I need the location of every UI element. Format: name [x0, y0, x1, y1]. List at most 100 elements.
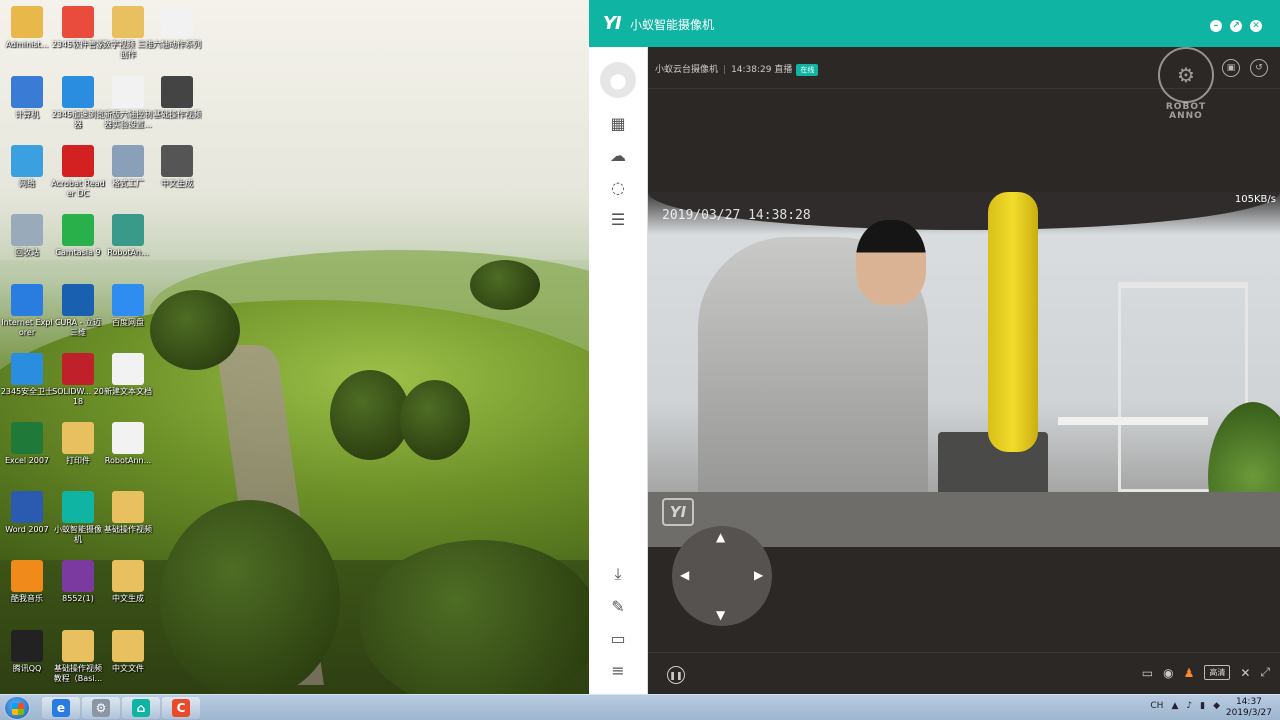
list-icon[interactable]: ≡: [608, 660, 628, 680]
desktop-icon[interactable]: RobotAnn...: [101, 422, 155, 466]
language-indicator[interactable]: CH: [1150, 701, 1163, 711]
message-icon[interactable]: ◌: [608, 177, 628, 197]
inbox-icon[interactable]: ▭: [608, 628, 628, 648]
computer-icon: [11, 76, 43, 108]
fullscreen-icon[interactable]: ⤢: [1260, 665, 1270, 680]
desktop-icon[interactable]: Word 2007: [0, 491, 54, 535]
taskbar-button[interactable]: ⚙: [82, 697, 120, 719]
desktop-icon[interactable]: 基础操作视频: [150, 76, 204, 120]
desktop-icon[interactable]: Acrobat Reader DC: [51, 145, 105, 199]
desktop-icon[interactable]: 酷我音乐: [0, 560, 54, 604]
tree: [160, 500, 340, 694]
pdf-icon: [62, 145, 94, 177]
quality-button[interactable]: 高清: [1204, 665, 1231, 680]
volume-icon[interactable]: ♪: [1186, 701, 1192, 711]
desktop-icon[interactable]: 2345软件管家: [51, 6, 105, 50]
qq-icon: [11, 630, 43, 662]
desktop-icon[interactable]: 网络: [0, 145, 54, 189]
back-icon[interactable]: ↺: [1250, 59, 1268, 77]
pan-up-icon[interactable]: ▲: [716, 530, 725, 544]
desktop-icon[interactable]: 计算机: [0, 76, 54, 120]
pan-down-icon[interactable]: ▼: [716, 608, 725, 622]
software-manager-icon: [62, 6, 94, 38]
tray-arrow-icon[interactable]: ▲: [1171, 701, 1178, 711]
tree: [470, 260, 540, 310]
desktop-icon[interactable]: 2345安全卫士: [0, 353, 54, 397]
desktop-icon-label: 回收站: [15, 248, 39, 257]
album-icon[interactable]: ▣: [1222, 59, 1240, 77]
taskbar-button[interactable]: C: [162, 697, 200, 719]
edit-icon[interactable]: ✎: [608, 596, 628, 616]
yi-camera-window: YI 小蚁智能摄像机 – ↗ ✕ ● ▦ ☁ ◌ ☰ ⤓ ✎ ▭ ≡ 小蚁云台摄…: [589, 0, 1280, 694]
settings-sliders-icon[interactable]: ☰: [608, 209, 628, 229]
desktop-icon[interactable]: RobotAn...: [101, 214, 155, 258]
notification-icon[interactable]: ◆: [1213, 701, 1220, 711]
user-avatar-icon[interactable]: ●: [600, 62, 636, 98]
taskbar-button[interactable]: ⌂: [122, 697, 160, 719]
desktop-icon[interactable]: 中文生成: [150, 145, 204, 189]
desktop-icon-label: 新建文本文档: [104, 387, 152, 396]
text-file-icon: [112, 422, 144, 454]
desktop-icon[interactable]: 中文生成: [101, 560, 155, 604]
mute-icon[interactable]: ✕: [1240, 666, 1250, 680]
desktop-icon[interactable]: 小蚁智能摄像机: [51, 491, 105, 545]
pan-right-icon[interactable]: ▶: [754, 568, 763, 582]
solidworks-icon: [62, 353, 94, 385]
desktop-icon[interactable]: 回收站: [0, 214, 54, 258]
desktop-icon[interactable]: Excel 2007: [0, 422, 54, 466]
desktop-icon[interactable]: SOLIDW... 2018: [51, 353, 105, 407]
desktop-icon[interactable]: 数字视频 三维创作: [101, 6, 155, 60]
desktop-icon-label: 基础操作视频: [153, 110, 201, 119]
video-file-icon: [161, 145, 193, 177]
ptz-control-pad[interactable]: ▲ ▼ ◀ ▶: [672, 526, 772, 626]
robot-anno-watermark: ⚙ ROBOT ANNO: [1156, 47, 1216, 121]
desktop-icon[interactable]: 8552(1): [51, 560, 105, 604]
system-clock[interactable]: 14:37 2019/3/27: [1226, 697, 1272, 719]
minimize-button[interactable]: –: [1210, 20, 1222, 32]
download-icon[interactable]: ⤓: [608, 564, 628, 584]
bitrate-label: 105KB/s: [1234, 194, 1276, 205]
excel-icon: [11, 422, 43, 454]
app-window-icon: [112, 214, 144, 246]
desktop-icon[interactable]: 2345加速浏览器: [51, 76, 105, 130]
desktop-icon[interactable]: 中文文件: [101, 630, 155, 674]
desktop-icon[interactable]: CURA - 立迈三维: [51, 284, 105, 338]
desktop-icon[interactable]: 新版六轴控制器实验设置...: [101, 76, 155, 130]
desktop-icon[interactable]: 基础操作视频: [101, 491, 155, 535]
start-button[interactable]: [4, 696, 30, 720]
desktop-icon-label: 酷我音乐: [11, 594, 43, 603]
desktop-icon[interactable]: 打印件: [51, 422, 105, 466]
pan-left-icon[interactable]: ◀: [680, 568, 689, 582]
cloud-upload-icon[interactable]: ☁: [608, 145, 628, 165]
folder-icon: [62, 422, 94, 454]
taskbar: e ⚙ ⌂ C CH ▲ ♪ ▮ ◆ 14:37 2019/3/27: [0, 694, 1280, 720]
robot-logo-icon: ⚙: [1158, 47, 1214, 103]
desktop-icon[interactable]: Administ...: [0, 6, 54, 50]
snapshot-camera-icon[interactable]: ◉: [1163, 666, 1173, 680]
record-video-icon[interactable]: ▭: [1142, 666, 1153, 680]
device-grid-icon[interactable]: ▦: [608, 113, 628, 133]
desktop-icon[interactable]: 新建文本文档: [101, 353, 155, 397]
desktop-icon[interactable]: 基础操作视频教程（Basi...: [51, 630, 105, 684]
desktop-icon[interactable]: 格式工厂: [101, 145, 155, 189]
desktop-icon[interactable]: 百度网盘: [101, 284, 155, 328]
camera-info-bar: 小蚁云台摄像机 | 14:38:29 直播 在线 ⚙ ROBOT ANNO ▣ ↺: [648, 47, 1280, 121]
desktop-icon-label: 中文生成: [112, 594, 144, 603]
taskbar-button[interactable]: e: [42, 697, 80, 719]
live-video-view[interactable]: 2019/03/27 14:38:28 105KB/s YI: [648, 192, 1280, 547]
desktop-icon[interactable]: Camtasia 9: [51, 214, 105, 258]
desktop-icon[interactable]: Internet Explorer: [0, 284, 54, 338]
desktop-icon-label: 小蚁智能摄像机: [54, 525, 102, 544]
talk-person-icon[interactable]: ♟: [1184, 666, 1195, 680]
desktop-icon[interactable]: 六轴动作系列: [150, 6, 204, 50]
desktop-icon-label: 2345安全卫士: [0, 387, 54, 396]
title-bar[interactable]: YI 小蚁智能摄像机 – ↗ ✕: [589, 0, 1280, 47]
desktop-icon[interactable]: 腾讯QQ: [0, 630, 54, 674]
network-signal-icon[interactable]: ▮: [1200, 701, 1205, 711]
video-robot-arm: [988, 192, 1038, 452]
close-button[interactable]: ✕: [1250, 20, 1262, 32]
pause-button[interactable]: ❚❚: [667, 666, 685, 684]
desktop-icon-label: Excel 2007: [4, 456, 50, 465]
shield-icon: [11, 353, 43, 385]
maximize-button[interactable]: ↗: [1230, 20, 1242, 32]
